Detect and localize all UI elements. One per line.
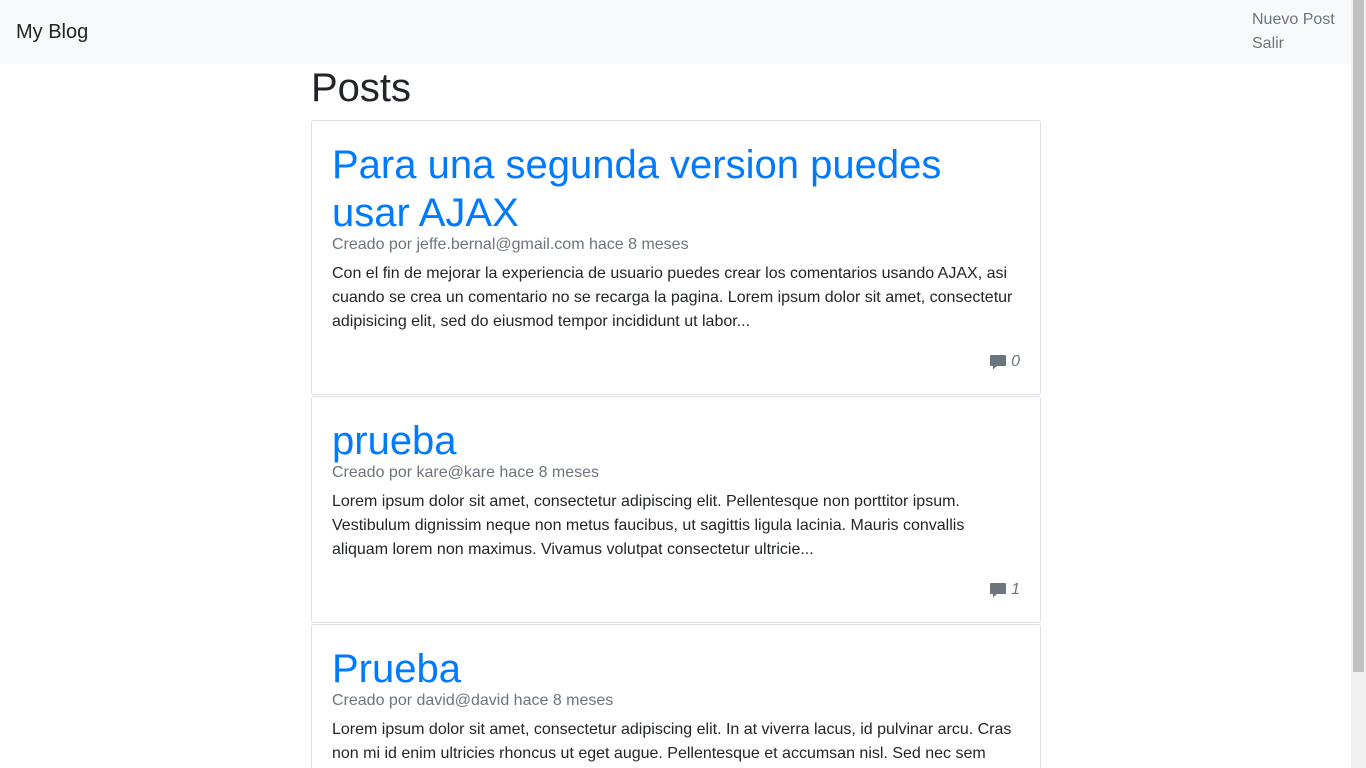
post-excerpt: Con el fin de mejorar la experiencia de … xyxy=(332,265,1013,330)
scrollbar[interactable] xyxy=(1351,0,1366,768)
post-card: prueba Creado por kare@kare hace 8 meses… xyxy=(311,396,1041,623)
post-title-link[interactable]: prueba xyxy=(332,417,1020,465)
post-card: Para una segunda version puedes usar AJA… xyxy=(311,120,1041,395)
comment-count: 1 xyxy=(1011,581,1020,598)
comment-icon xyxy=(990,583,1007,598)
post-meta: Creado por jeffe.bernal@gmail.com hace 8… xyxy=(332,236,689,253)
nav-links: Nuevo Post Salir xyxy=(1252,8,1335,56)
post-title-link[interactable]: Prueba xyxy=(332,645,1020,693)
post-meta: Creado por david@david hace 8 meses xyxy=(332,692,614,709)
post-title-link[interactable]: Para una segunda version puedes usar AJA… xyxy=(332,141,1020,237)
posts-container: Posts Para una segunda version puedes us… xyxy=(311,64,1041,768)
post-footer: 0 xyxy=(332,350,1020,374)
nav-link-new-post[interactable]: Nuevo Post xyxy=(1252,8,1335,32)
brand-link[interactable]: My Blog xyxy=(16,20,88,44)
post-footer: 1 xyxy=(332,578,1020,602)
page-title: Posts xyxy=(311,66,412,110)
scrollbar-thumb[interactable] xyxy=(1353,0,1364,672)
post-card: Prueba Creado por david@david hace 8 mes… xyxy=(311,624,1041,768)
comment-count: 0 xyxy=(1011,353,1020,370)
navbar: My Blog Nuevo Post Salir xyxy=(0,0,1351,64)
post-excerpt: Lorem ipsum dolor sit amet, consectetur … xyxy=(332,493,965,558)
post-excerpt: Lorem ipsum dolor sit amet, consectetur … xyxy=(332,721,1012,762)
post-meta: Creado por kare@kare hace 8 meses xyxy=(332,464,600,481)
comment-icon xyxy=(990,355,1007,370)
nav-link-logout[interactable]: Salir xyxy=(1252,32,1335,56)
